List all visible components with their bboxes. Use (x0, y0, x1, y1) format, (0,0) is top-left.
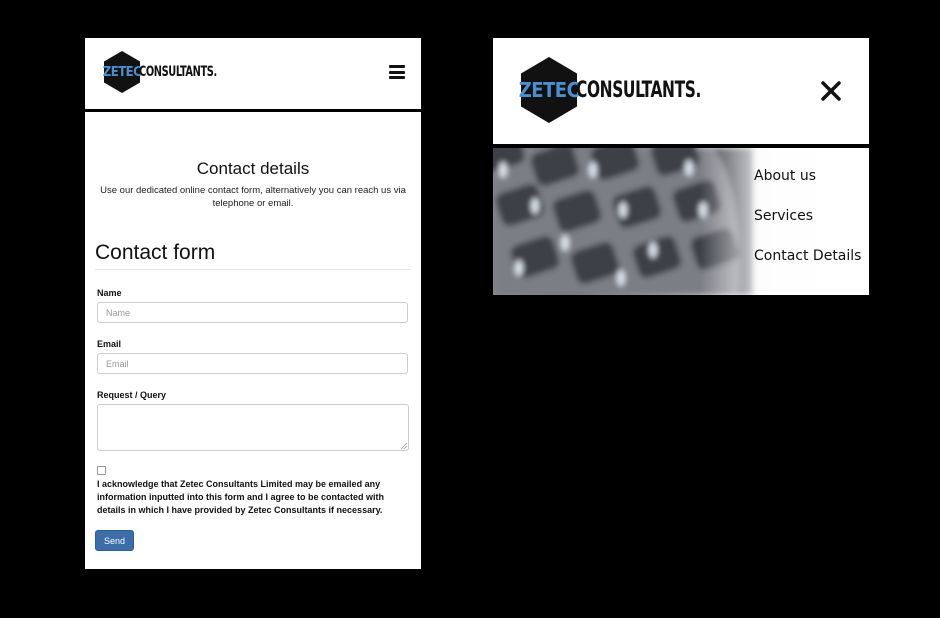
logo-wordmark: CONSULTANTS. (139, 64, 217, 80)
email-input[interactable] (97, 353, 408, 374)
contact-form-heading: Contact form (95, 241, 216, 264)
send-button[interactable]: Send (95, 530, 134, 551)
logo-hex-text: ZETEC (102, 64, 142, 80)
menu-item-about-us[interactable]: About us (754, 168, 816, 184)
query-textarea[interactable] (97, 404, 409, 451)
mobile-menu-page: ZETEC CONSULTANTS. About us Services Con… (493, 38, 869, 295)
site-header-expanded: ZETEC CONSULTANTS. (493, 38, 869, 148)
mobile-contact-page: ZETEC CONSULTANTS. Contact details Use o… (85, 38, 421, 569)
hexagon-logo-icon: ZETEC (518, 57, 580, 123)
zetec-logo[interactable]: ZETEC CONSULTANTS. (518, 57, 736, 123)
menu-item-services[interactable]: Services (754, 208, 813, 224)
email-label: Email (97, 339, 122, 349)
hexagon-logo-icon: ZETEC (102, 51, 142, 93)
acknowledge-checkbox[interactable] (97, 466, 106, 475)
logo-hex-text: ZETEC (518, 78, 580, 102)
query-label: Request / Query (97, 390, 167, 400)
nav-menu: About us Services Contact Details (493, 148, 869, 295)
name-input[interactable] (97, 302, 408, 323)
acknowledge-text: I acknowledge that Zetec Consultants Lim… (97, 479, 385, 515)
close-icon[interactable] (820, 80, 842, 102)
contact-details-subtitle: Use our dedicated online contact form, a… (100, 185, 406, 209)
resize-grip-icon[interactable] (400, 442, 408, 450)
screenshot-root: ZETEC CONSULTANTS. Contact details Use o… (0, 0, 940, 618)
site-header: ZETEC CONSULTANTS. (85, 38, 421, 112)
zetec-logo[interactable]: ZETEC CONSULTANTS. (102, 51, 239, 93)
contact-details-title: Contact details (196, 159, 310, 178)
hamburger-menu-icon[interactable] (389, 65, 405, 79)
heading-divider (95, 269, 411, 270)
name-label: Name (97, 288, 122, 298)
menu-item-contact-details[interactable]: Contact Details (754, 248, 861, 264)
logo-wordmark: CONSULTANTS. (576, 77, 701, 103)
